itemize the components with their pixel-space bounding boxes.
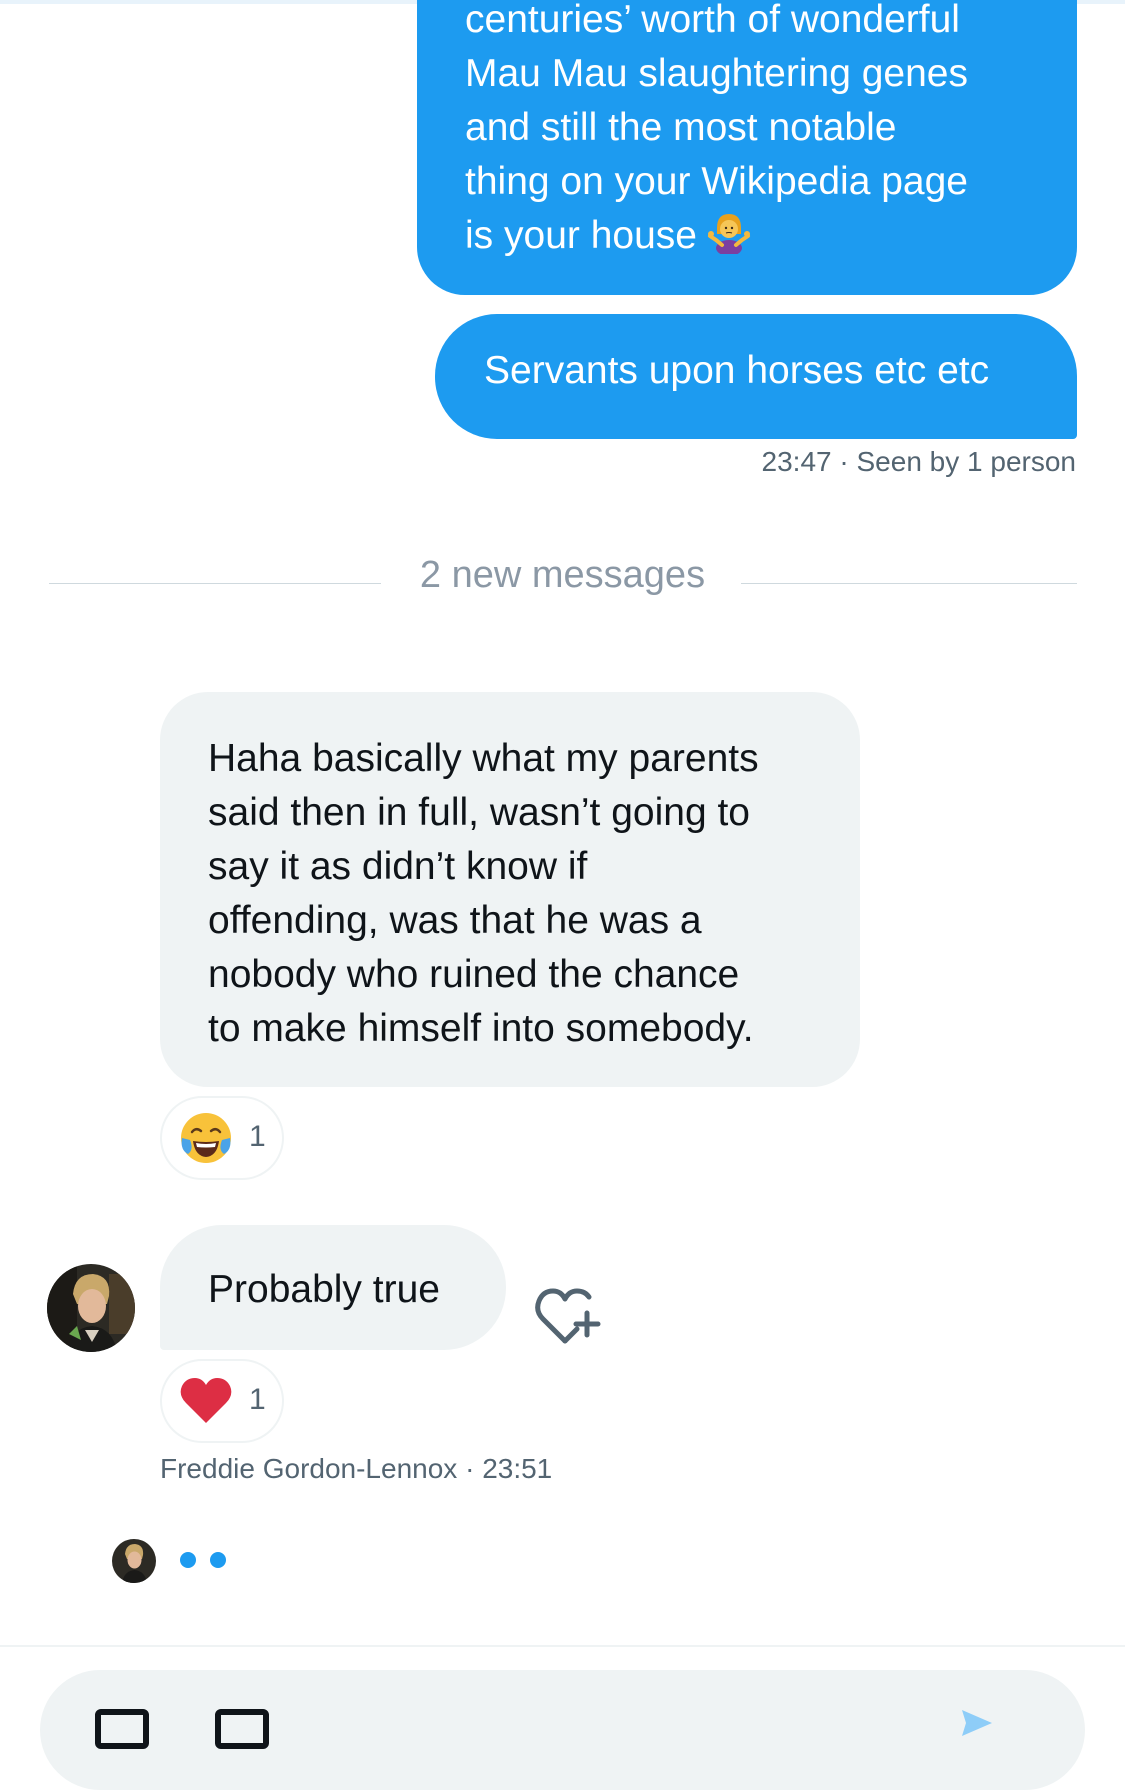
seen-status: Seen by 1 person bbox=[856, 446, 1077, 477]
message-line: thing on your Wikipedia page bbox=[465, 160, 968, 203]
red-heart-emoji bbox=[180, 1378, 232, 1423]
message-line: say it as didn’t know if bbox=[208, 845, 588, 888]
message-line: is your house bbox=[465, 209, 1029, 263]
message-line: centuries’ worth of wonderful bbox=[465, 0, 960, 41]
composer-divider bbox=[0, 1645, 1125, 1647]
message-line: Mau Mau slaughtering genes bbox=[465, 52, 968, 95]
person-shrugging-emoji bbox=[707, 213, 750, 254]
message-text: Servants upon horses etc etc bbox=[484, 349, 990, 392]
message-line: offending, was that he was a bbox=[208, 899, 702, 942]
typing-dot bbox=[210, 1552, 226, 1568]
avatar-image bbox=[112, 1539, 156, 1583]
avatar-image bbox=[47, 1264, 135, 1352]
heart-plus-icon[interactable] bbox=[533, 1283, 603, 1349]
reaction-pill[interactable]: 1 bbox=[160, 1096, 284, 1180]
reaction-count: 1 bbox=[249, 1120, 266, 1153]
face-with-tears-of-joy-emoji bbox=[181, 1113, 231, 1163]
incoming-message-bubble[interactable]: Probably true bbox=[160, 1225, 506, 1350]
message-line-text: is your house bbox=[465, 214, 697, 257]
message-sender-meta: Freddie Gordon-Lennox · 23:51 bbox=[160, 1453, 552, 1485]
outgoing-message-bubble[interactable]: Servants upon horses etc etc bbox=[435, 314, 1077, 439]
reaction-pill[interactable]: 1 bbox=[160, 1359, 284, 1443]
gif-icon[interactable] bbox=[215, 1709, 269, 1749]
sender-avatar[interactable] bbox=[47, 1264, 135, 1352]
send-icon[interactable] bbox=[960, 1708, 994, 1738]
meta-separator: · bbox=[831, 446, 857, 477]
message-line: and still the most notable bbox=[465, 106, 897, 149]
message-time: 23:51 bbox=[482, 1453, 553, 1484]
message-status: 23:47 · Seen by 1 person bbox=[762, 446, 1076, 478]
message-line: to make himself into somebody. bbox=[208, 1007, 754, 1050]
message-text: Probably true bbox=[208, 1268, 440, 1311]
meta-separator: · bbox=[457, 1453, 483, 1484]
sender-name: Freddie Gordon-Lennox bbox=[160, 1453, 458, 1484]
message-time: 23:47 bbox=[761, 446, 832, 477]
image-icon[interactable] bbox=[95, 1709, 149, 1749]
message-line: nobody who ruined the chance bbox=[208, 953, 740, 996]
reaction-count: 1 bbox=[249, 1383, 266, 1416]
message-composer[interactable] bbox=[40, 1670, 1085, 1790]
message-line: Haha basically what my parents bbox=[208, 737, 759, 780]
typing-dots-icon bbox=[180, 1552, 196, 1568]
new-messages-divider: 2 new messages bbox=[419, 554, 706, 596]
outgoing-message-bubble[interactable]: centuries’ worth of wonderful Mau Mau sl… bbox=[417, 0, 1077, 295]
incoming-message-bubble[interactable]: Haha basically what my parents said then… bbox=[160, 692, 860, 1087]
message-line: said then in full, wasn’t going to bbox=[208, 791, 751, 834]
typing-avatar bbox=[110, 1537, 158, 1585]
